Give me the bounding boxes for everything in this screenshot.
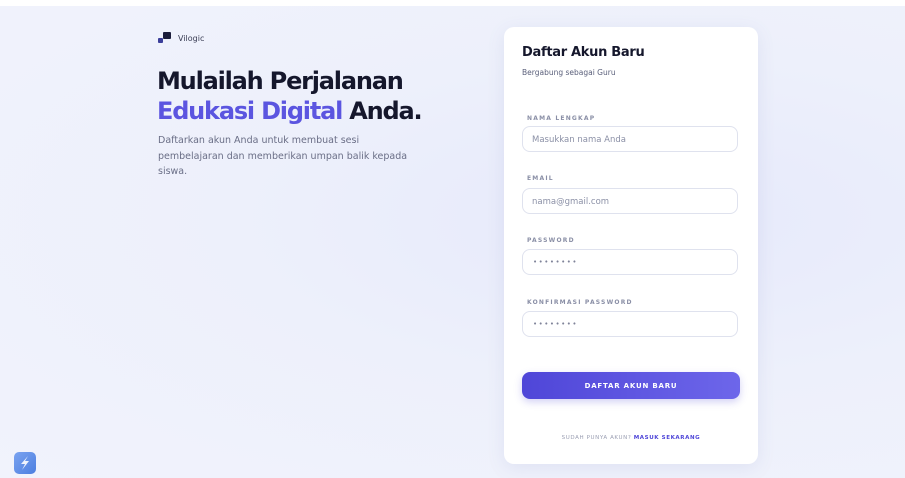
- register-card: Daftar Akun Baru Bergabung sebagai Guru …: [504, 27, 758, 464]
- hero-line-2: Edukasi Digital Anda.: [157, 96, 423, 126]
- lightning-icon: [21, 456, 29, 470]
- vilogic-logo-icon: [158, 32, 172, 44]
- page-background: [0, 6, 905, 478]
- app-badge-icon[interactable]: [14, 452, 36, 474]
- password-mask: ••••••••: [533, 258, 579, 266]
- confirm-password-field[interactable]: ••••••••: [522, 311, 738, 337]
- brand: Vilogic: [158, 32, 204, 44]
- hero-line-2-end: Anda.: [349, 97, 422, 125]
- hero-description: Daftarkan akun Anda untuk membuat sesi p…: [158, 135, 408, 177]
- form-subtitle: Bergabung sebagai Guru: [522, 68, 616, 77]
- email-field[interactable]: [522, 188, 738, 214]
- login-prompt: SUDAH PUNYA AKUN? MASUK SEKARANG: [504, 435, 758, 441]
- hero-headline: Mulailah Perjalanan Edukasi Digital Anda…: [157, 66, 423, 126]
- confirm-password-mask: ••••••••: [533, 320, 579, 328]
- name-label: NAMA LENGKAP: [527, 115, 596, 122]
- hero-highlight: Edukasi Digital: [157, 97, 343, 125]
- brand-name: Vilogic: [178, 33, 205, 43]
- name-field[interactable]: [522, 126, 738, 152]
- login-link[interactable]: MASUK SEKARANG: [634, 435, 701, 441]
- name-input[interactable]: [523, 128, 737, 152]
- register-button[interactable]: DAFTAR AKUN BARU: [522, 372, 740, 399]
- email-label: EMAIL: [527, 175, 554, 182]
- confirm-password-label: KONFIRMASI PASSWORD: [527, 299, 633, 306]
- email-input[interactable]: [523, 190, 737, 214]
- hero-line-1: Mulailah Perjalanan: [157, 67, 404, 95]
- password-field[interactable]: ••••••••: [522, 249, 738, 275]
- password-label: PASSWORD: [527, 237, 575, 244]
- login-question: SUDAH PUNYA AKUN?: [561, 435, 632, 441]
- form-title: Daftar Akun Baru: [522, 45, 645, 60]
